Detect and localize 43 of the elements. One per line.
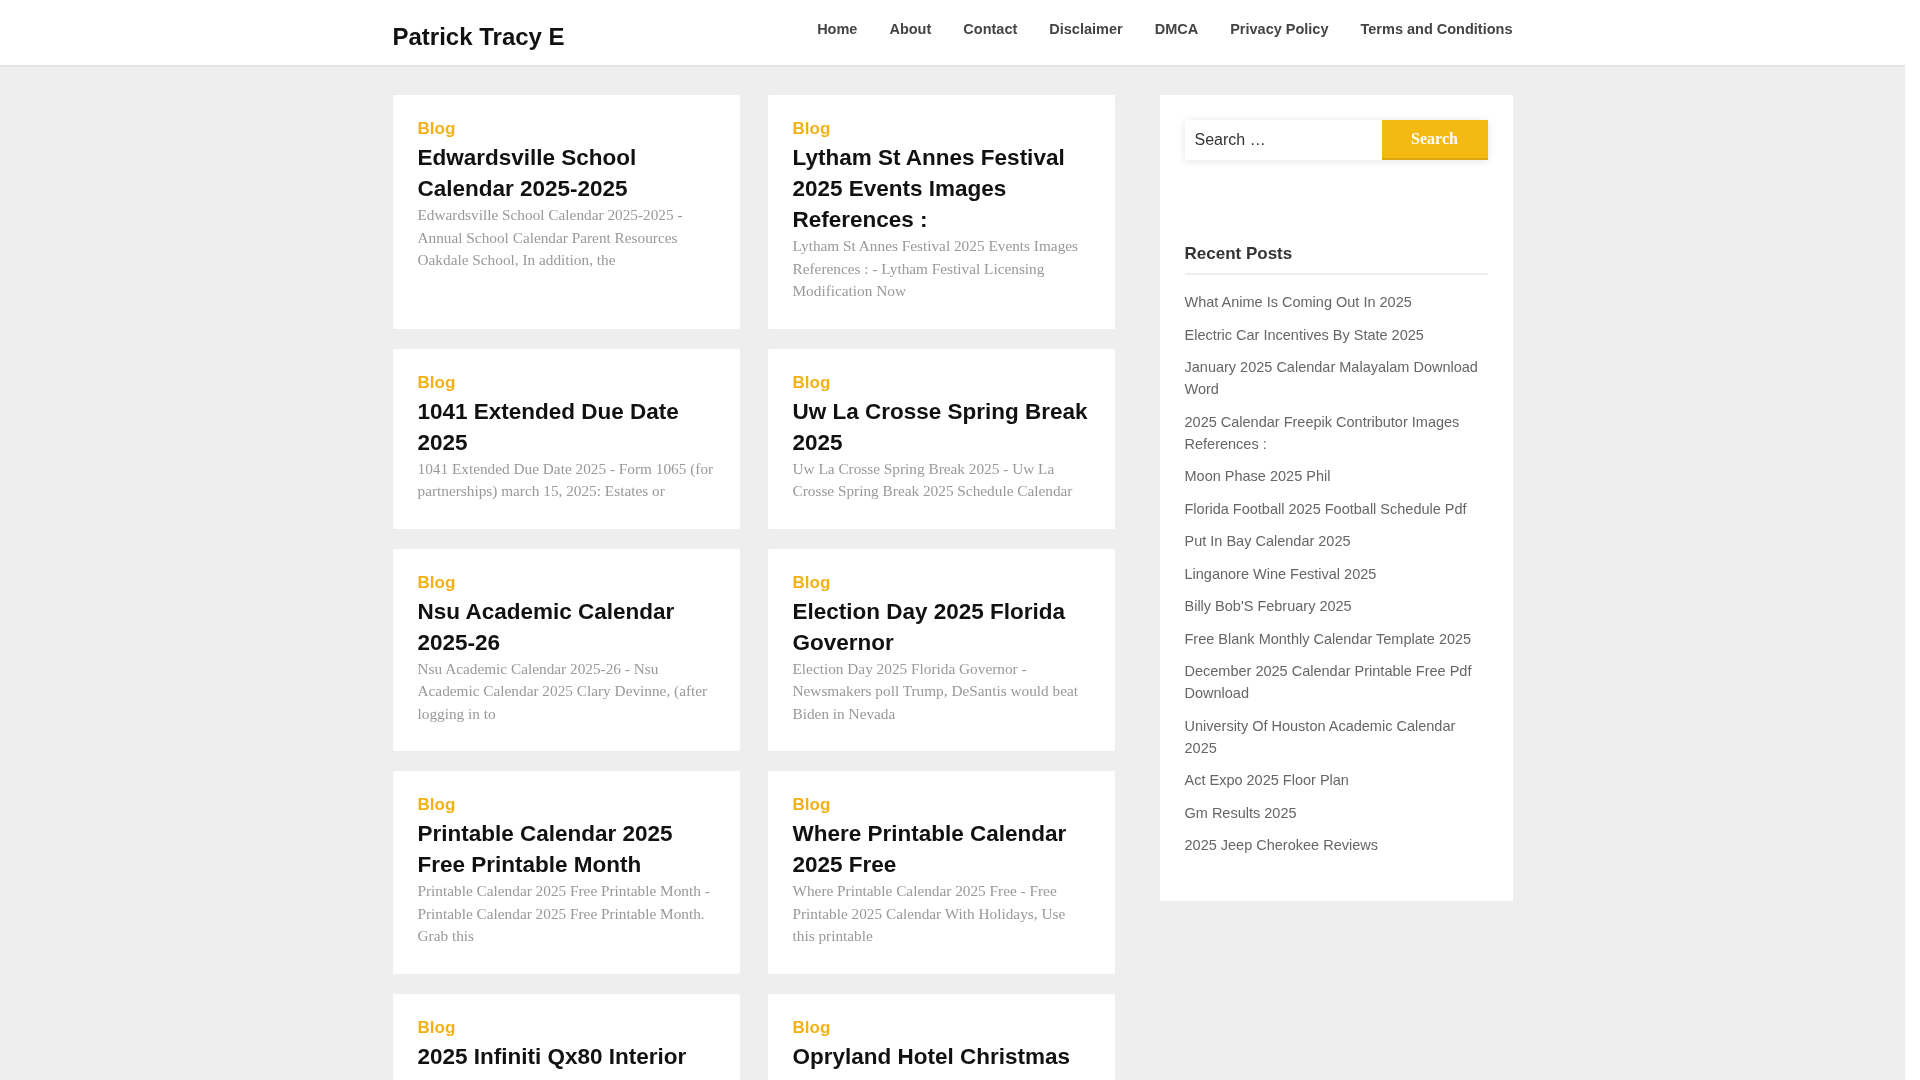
recent-post-link[interactable]: Act Expo 2025 Floor Plan — [1184, 769, 1349, 791]
post-title[interactable]: 2025 Infiniti Qx80 Interior — [417, 1040, 687, 1072]
search-field[interactable]: Search … — [1184, 120, 1382, 160]
post-excerpt: 1041 Extended Due Date 2025 - Form 1065 (for partnerships) march 15, 2025: Estates or — [417, 458, 715, 501]
post-excerpt: Where Printable Calendar 2025 Free - Free Printable 2025 Calendar With Holidays, Use this printable — [792, 881, 1067, 946]
post-excerpt: Lytham St Annes Festival 2025 Events Images References : - Lytham Festival Licensing Modification Now — [792, 236, 1080, 301]
post-title[interactable]: Printable Calendar 2025 Free Printable Month — [417, 818, 715, 880]
post-excerpt: Nsu Academic Calendar 2025-26 - Nsu Academic Calendar 2025 Clary Devinne, (after logging in to — [417, 658, 709, 724]
nav-link[interactable]: Privacy Policy — [1214, 20, 1345, 37]
recent-post-link[interactable]: Billy Bob'S February 2025 — [1184, 595, 1352, 617]
recent-post-link[interactable]: Free Blank Monthly Calendar Template 2025 — [1184, 627, 1472, 650]
recent-post-link[interactable]: December 2025 Calendar Printable Free Pdf Download — [1184, 660, 1488, 704]
recent-post-link[interactable]: Florida Football 2025 Football Schedule Pdf — [1184, 497, 1467, 520]
recent-post-link[interactable]: Electric Car Incentives By State 2025 — [1184, 323, 1424, 346]
nav-link[interactable]: Home — [801, 20, 874, 37]
recent-post-link[interactable]: 2025 Jeep Cherokee Reviews — [1184, 834, 1378, 856]
post-title[interactable]: 1041 Extended Due Date 2025 — [417, 395, 715, 458]
post-title[interactable]: Nsu Academic Calendar 2025-26 — [417, 595, 715, 658]
nav-link[interactable]: Disclaimer — [1033, 20, 1139, 37]
nav-link[interactable]: Terms and Conditions — [1344, 20, 1529, 37]
recent-post-link[interactable]: What Anime Is Coming Out In 2025 — [1184, 291, 1412, 313]
nav-link[interactable]: Contact — [947, 20, 1034, 37]
recent-post-link[interactable]: Moon Phase 2025 Phil — [1184, 465, 1331, 487]
post-excerpt: Edwardsville School Calendar 2025-2025 - Annual School Calendar Parent Resources Oakdale School, In addition, the — [417, 205, 684, 270]
post-title[interactable]: Opryland Hotel Christmas — [792, 1040, 1071, 1072]
recent-post-link[interactable]: Linganore Wine Festival 2025 — [1184, 562, 1377, 585]
recent-post-link[interactable]: 2025 Calendar Freepik Contributor Images References : — [1184, 410, 1488, 455]
nav-link[interactable]: DMCA — [1138, 20, 1215, 37]
post-excerpt: Election Day 2025 Florida Governor - Newsmakers poll Trump, DeSantis would beat Biden in Nevada — [792, 658, 1080, 724]
recent-post-link[interactable]: Put In Bay Calendar 2025 — [1184, 530, 1351, 552]
post-title[interactable]: Uw La Crosse Spring Break 2025 — [792, 395, 1090, 458]
post-excerpt: Uw La Crosse Spring Break 2025 - Uw La Crosse Spring Break 2025 Schedule Calendar — [792, 458, 1074, 501]
nav-link[interactable]: About — [873, 20, 948, 37]
site-title[interactable]: Patrick Tracy E — [392, 22, 565, 51]
post-title[interactable]: Where Printable Calendar 2025 Free — [792, 818, 1090, 880]
recent-post-link[interactable]: University Of Houston Academic Calendar 2025 — [1184, 714, 1488, 759]
widget-heading: Recent Posts — [1184, 244, 1488, 275]
post-title[interactable]: Lytham St Annes Festival 2025 Events Images References : — [792, 142, 1090, 235]
post-title[interactable]: Edwardsville School Calendar 2025-2025 — [417, 142, 715, 204]
post-excerpt: Printable Calendar 2025 Free Printable Month - Printable Calendar 2025 Free Printable Month. Grab this — [417, 881, 711, 946]
recent-post-link[interactable]: Gm Results 2025 — [1184, 801, 1297, 824]
post-title[interactable]: Election Day 2025 Florida Governor — [792, 595, 1090, 658]
recent-post-link[interactable]: January 2025 Calendar Malayalam Download Word — [1184, 356, 1488, 400]
